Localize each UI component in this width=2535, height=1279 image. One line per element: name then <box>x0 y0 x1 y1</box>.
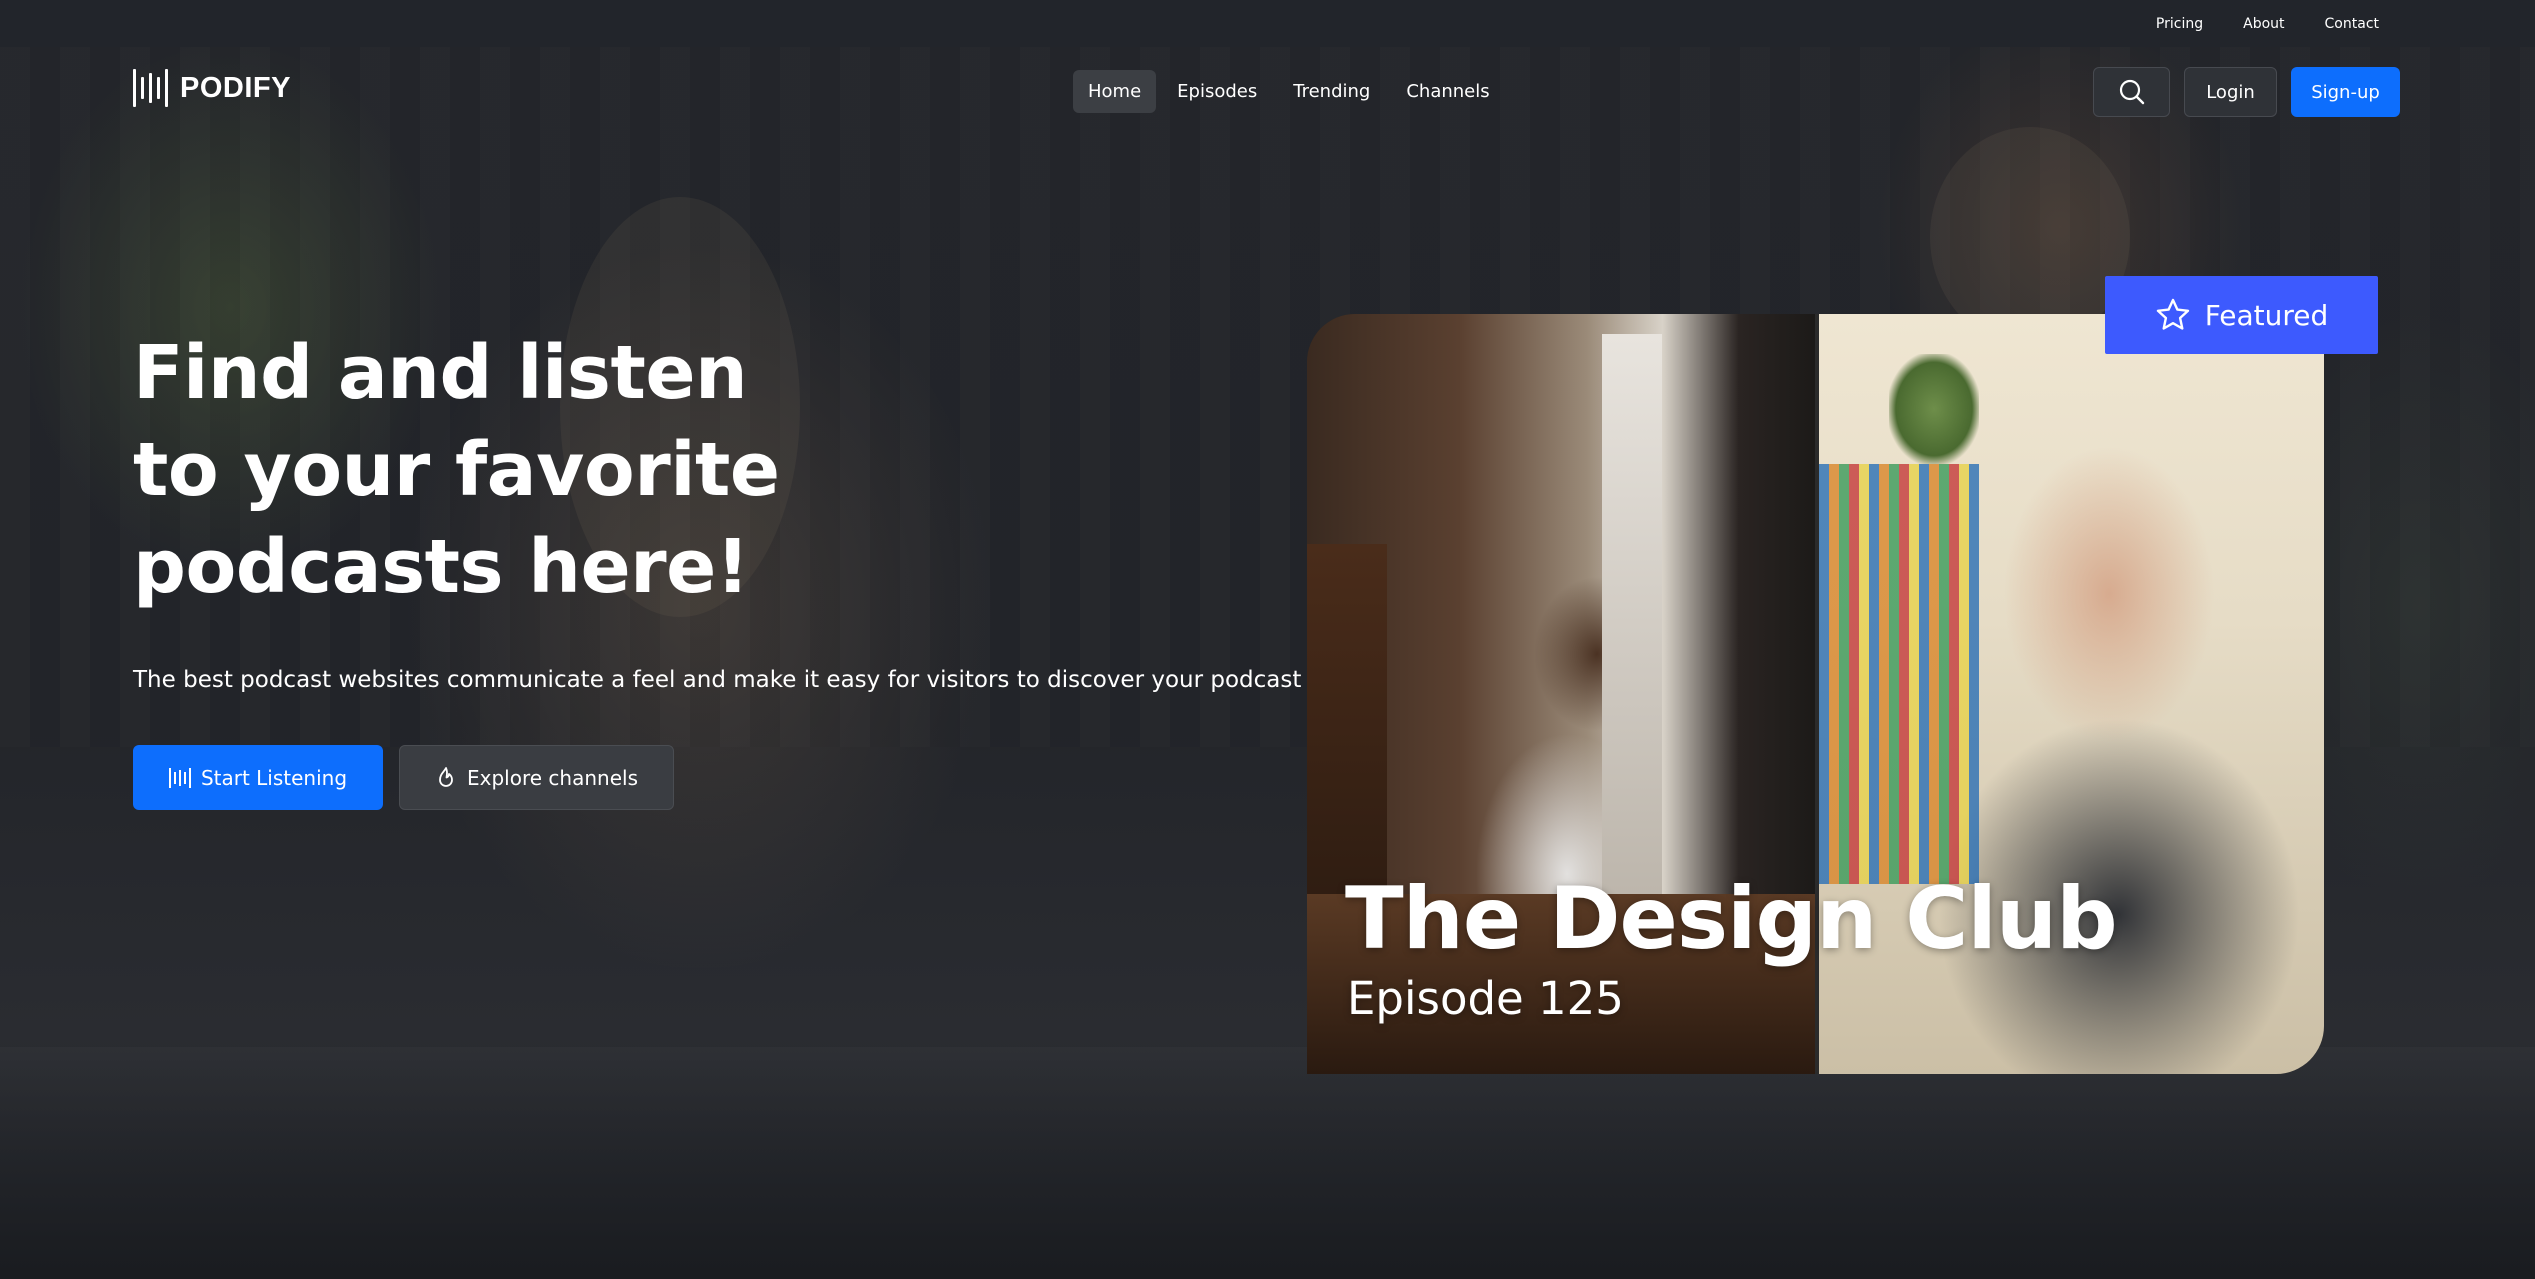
hero-cta-row: Start Listening Explore channels <box>133 745 674 810</box>
featured-badge-label: Featured <box>2204 298 2329 332</box>
nav-item-channels[interactable]: Channels <box>1391 70 1504 113</box>
star-icon <box>2156 298 2189 330</box>
start-listening-button[interactable]: Start Listening <box>133 745 383 810</box>
nav-item-episodes[interactable]: Episodes <box>1162 70 1272 113</box>
featured-badge: Featured <box>2105 276 2378 354</box>
nav-actions: Login Sign-up <box>2093 67 2400 117</box>
hero-title-line: Find and listen <box>133 330 748 416</box>
hero-title-line: podcasts here! <box>133 524 750 610</box>
topbar-link-contact[interactable]: Contact <box>2325 16 2379 32</box>
featured-episode-card[interactable]: The Design Club Episode 125 <box>1307 314 2324 1074</box>
start-listening-label: Start Listening <box>200 765 348 790</box>
explore-channels-button[interactable]: Explore channels <box>399 745 674 810</box>
featured-show-title: The Design Club <box>1345 869 2118 969</box>
signup-button[interactable]: Sign-up <box>2291 67 2400 117</box>
waveform-icon <box>168 767 191 789</box>
topbar-link-about[interactable]: About <box>2243 16 2284 32</box>
photo-bookshelf <box>1819 464 1979 884</box>
featured-episode-number: Episode 125 <box>1347 972 1624 1025</box>
topbar-link-pricing[interactable]: Pricing <box>2156 16 2203 32</box>
search-icon <box>2119 79 2144 105</box>
waveform-icon <box>133 67 168 109</box>
primary-nav: Home Episodes Trending Channels <box>1073 70 1505 113</box>
brand-name: PODIFY <box>180 71 291 104</box>
main-navbar: PODIFY Home Episodes Trending Channels L… <box>0 47 2535 135</box>
flame-icon <box>439 766 453 787</box>
explore-channels-label: Explore channels <box>467 765 638 790</box>
nav-item-home[interactable]: Home <box>1073 70 1157 113</box>
hero-subtitle: The best podcast websites communicate a … <box>133 667 1302 693</box>
photo-door <box>1602 334 1662 894</box>
brand[interactable]: PODIFY <box>133 67 291 109</box>
hero-title: Find and listen to your favorite podcast… <box>133 325 893 616</box>
hero-floor <box>0 1047 2535 1279</box>
photo-plant <box>1889 354 1979 464</box>
hero-title-line: to your favorite <box>133 427 780 513</box>
top-utility-bar: Pricing About Contact <box>0 0 2535 47</box>
login-button[interactable]: Login <box>2184 67 2277 117</box>
search-button[interactable] <box>2093 67 2170 117</box>
nav-item-trending[interactable]: Trending <box>1278 70 1385 113</box>
